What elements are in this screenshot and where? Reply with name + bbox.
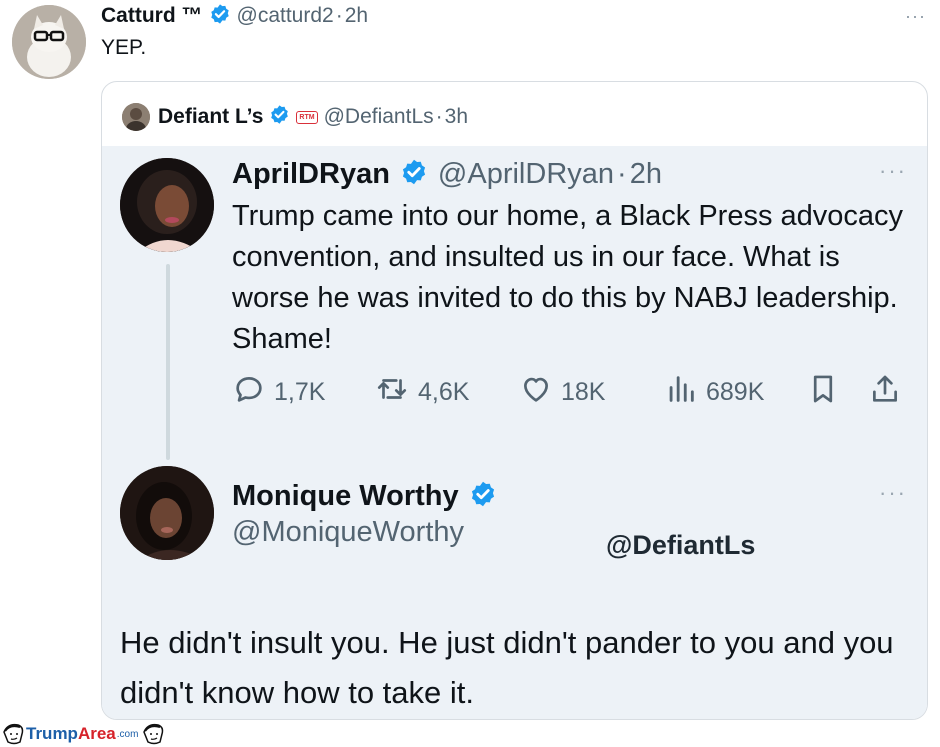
tweet1-header: AprilDRyan @AprilDRyan · 2h — [232, 156, 662, 192]
heart-icon — [519, 372, 561, 413]
tweet1-action-bar: 1,7K 4,6K 18K 689K — [232, 372, 912, 412]
tweet-text: YEP. — [101, 36, 147, 59]
caricature-face-icon — [0, 722, 26, 746]
repost-icon — [374, 372, 418, 413]
verified-badge-icon — [469, 480, 497, 513]
more-options-icon[interactable]: ··· — [905, 6, 926, 27]
tweet2-header: Monique Worthy — [232, 478, 497, 514]
aprildryan-avatar — [120, 158, 214, 252]
verified-badge-icon — [400, 158, 428, 191]
repost-count: 4,6K — [418, 377, 470, 406]
tweet-time[interactable]: 2h — [345, 4, 368, 28]
bookmark-action — [806, 372, 848, 412]
author-handle[interactable]: @catturd2 — [237, 4, 334, 28]
quoted-author-name: Defiant L’s — [158, 105, 264, 128]
quoted-tweet-header: Defiant L’s RTM @DefiantLs · 3h — [122, 102, 468, 132]
like-count: 18K — [561, 377, 606, 406]
separator-dot: · — [335, 4, 343, 27]
catturd-avatar[interactable] — [12, 5, 86, 79]
views-icon — [664, 372, 706, 413]
defiantls-watermark-tag: @DefiantLs — [606, 530, 756, 560]
tweet2-author-name: Monique Worthy — [232, 479, 459, 512]
views-action: 689K — [664, 372, 764, 412]
verified-badge-icon — [269, 104, 290, 130]
bookmark-icon — [806, 372, 848, 413]
embedded-screenshot: AprilDRyan @AprilDRyan · 2h ··· Trump ca… — [102, 146, 927, 719]
tweet1-time: 2h — [629, 157, 662, 190]
more-options-icon: ··· — [879, 158, 907, 183]
thread-connector — [166, 264, 170, 460]
verified-badge-icon — [209, 3, 231, 30]
more-options-icon: ··· — [879, 480, 907, 505]
views-count: 689K — [706, 377, 765, 406]
tweet1-text: Trump came into our home, a Black Press … — [232, 200, 904, 355]
repost-action: 4,6K — [374, 372, 469, 412]
logo-word-com: .com — [116, 728, 139, 740]
outer-tweet-header: Catturd ™ @catturd2 · 2h — [101, 3, 368, 29]
tweet1-author-name: AprilDRyan — [232, 157, 390, 190]
caricature-face-icon — [140, 722, 166, 746]
share-icon — [868, 372, 910, 413]
logo-word-trump: Trump — [26, 724, 78, 743]
quoted-tweet-card[interactable]: Defiant L’s RTM @DefiantLs · 3h AprilDRy… — [101, 81, 928, 720]
logo-word-area: Area — [77, 724, 116, 743]
tweet2-author-handle: @MoniqueWorthy — [232, 516, 464, 548]
reply-count: 1,7K — [274, 377, 326, 406]
affiliate-badge-icon: RTM — [296, 110, 318, 124]
moniqueworthy-avatar — [120, 466, 214, 560]
reply-action: 1,7K — [232, 372, 325, 412]
trumparea-logo: Trump Area .com — [0, 721, 166, 747]
quoted-tweet-time: 3h — [444, 105, 468, 128]
tweet2-text: He didn't insult you. He just didn't pan… — [120, 625, 894, 710]
like-action: 18K — [519, 372, 605, 412]
separator-dot: · — [435, 105, 443, 128]
share-action — [868, 372, 910, 412]
reply-icon — [232, 372, 274, 413]
separator-dot: · — [617, 157, 627, 190]
defiantls-avatar — [122, 103, 150, 131]
quoted-author-handle: @DefiantLs — [323, 105, 434, 128]
tweet1-author-handle: @AprilDRyan — [437, 157, 615, 190]
author-name[interactable]: Catturd ™ — [101, 4, 203, 28]
